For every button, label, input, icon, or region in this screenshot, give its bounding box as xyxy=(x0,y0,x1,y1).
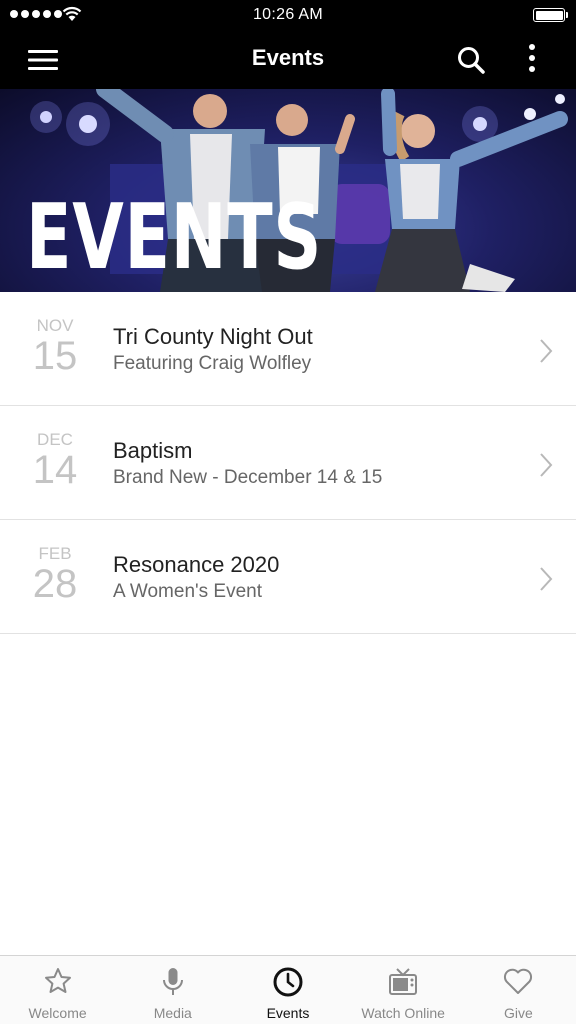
status-time: 10:26 AM xyxy=(252,6,323,23)
tab-label: Give xyxy=(503,1005,533,1021)
tab-welcome[interactable]: Welcome xyxy=(0,956,115,1024)
event-day: 28 xyxy=(32,562,78,606)
heart-icon xyxy=(504,968,533,994)
event-date: NOV 15 xyxy=(14,316,96,376)
event-day: 14 xyxy=(32,448,78,492)
page-title: Events xyxy=(251,45,325,70)
tab-label: Events xyxy=(266,1005,310,1021)
microphone-icon xyxy=(162,968,183,995)
tv-icon xyxy=(389,968,418,995)
battery-icon xyxy=(533,8,568,22)
event-title: Tri County Night Out xyxy=(113,324,313,349)
event-date: FEB 28 xyxy=(14,544,96,604)
event-subtitle: Featuring Craig Wolfley xyxy=(113,353,312,374)
tab-events[interactable]: Events xyxy=(230,956,345,1024)
clock-icon xyxy=(273,967,303,997)
tab-bar: Welcome Media Events Watch Online Give xyxy=(0,955,576,1024)
events-list: NOV 15 Tri County Night Out Featuring Cr… xyxy=(0,292,576,634)
hamburger-menu-icon[interactable] xyxy=(26,47,60,73)
event-title: Resonance 2020 xyxy=(113,552,280,577)
star-icon xyxy=(44,968,71,993)
tab-label: Media xyxy=(153,1005,192,1021)
chevron-right-icon xyxy=(540,567,553,591)
event-row[interactable]: FEB 28 Resonance 2020 A Women's Event xyxy=(0,520,576,634)
event-month: FEB xyxy=(38,544,72,563)
tab-give[interactable]: Give xyxy=(461,956,576,1024)
tab-label: Welcome xyxy=(28,1005,87,1021)
tab-label: Watch Online xyxy=(361,1005,445,1021)
event-title: Baptism xyxy=(113,438,193,463)
chevron-right-icon xyxy=(540,339,553,363)
event-row[interactable]: NOV 15 Tri County Night Out Featuring Cr… xyxy=(0,292,576,406)
search-icon[interactable] xyxy=(455,44,487,76)
chevron-right-icon xyxy=(540,453,553,477)
hero-title: EVENTS xyxy=(26,185,323,290)
event-month: NOV xyxy=(36,316,74,335)
event-month: DEC xyxy=(37,430,73,449)
tab-media[interactable]: Media xyxy=(115,956,230,1024)
event-day: 15 xyxy=(32,334,78,378)
event-subtitle: A Women's Event xyxy=(113,581,263,602)
event-row[interactable]: DEC 14 Baptism Brand New - December 14 &… xyxy=(0,406,576,520)
more-options-icon[interactable] xyxy=(518,42,546,76)
hero-banner: EVENTS xyxy=(0,89,576,292)
navigation-bar: Events xyxy=(0,30,576,89)
tab-watch-online[interactable]: Watch Online xyxy=(346,956,461,1024)
event-date: DEC 14 xyxy=(14,430,96,490)
status-bar: 10:26 AM xyxy=(0,0,576,30)
event-subtitle: Brand New - December 14 & 15 xyxy=(113,467,383,488)
